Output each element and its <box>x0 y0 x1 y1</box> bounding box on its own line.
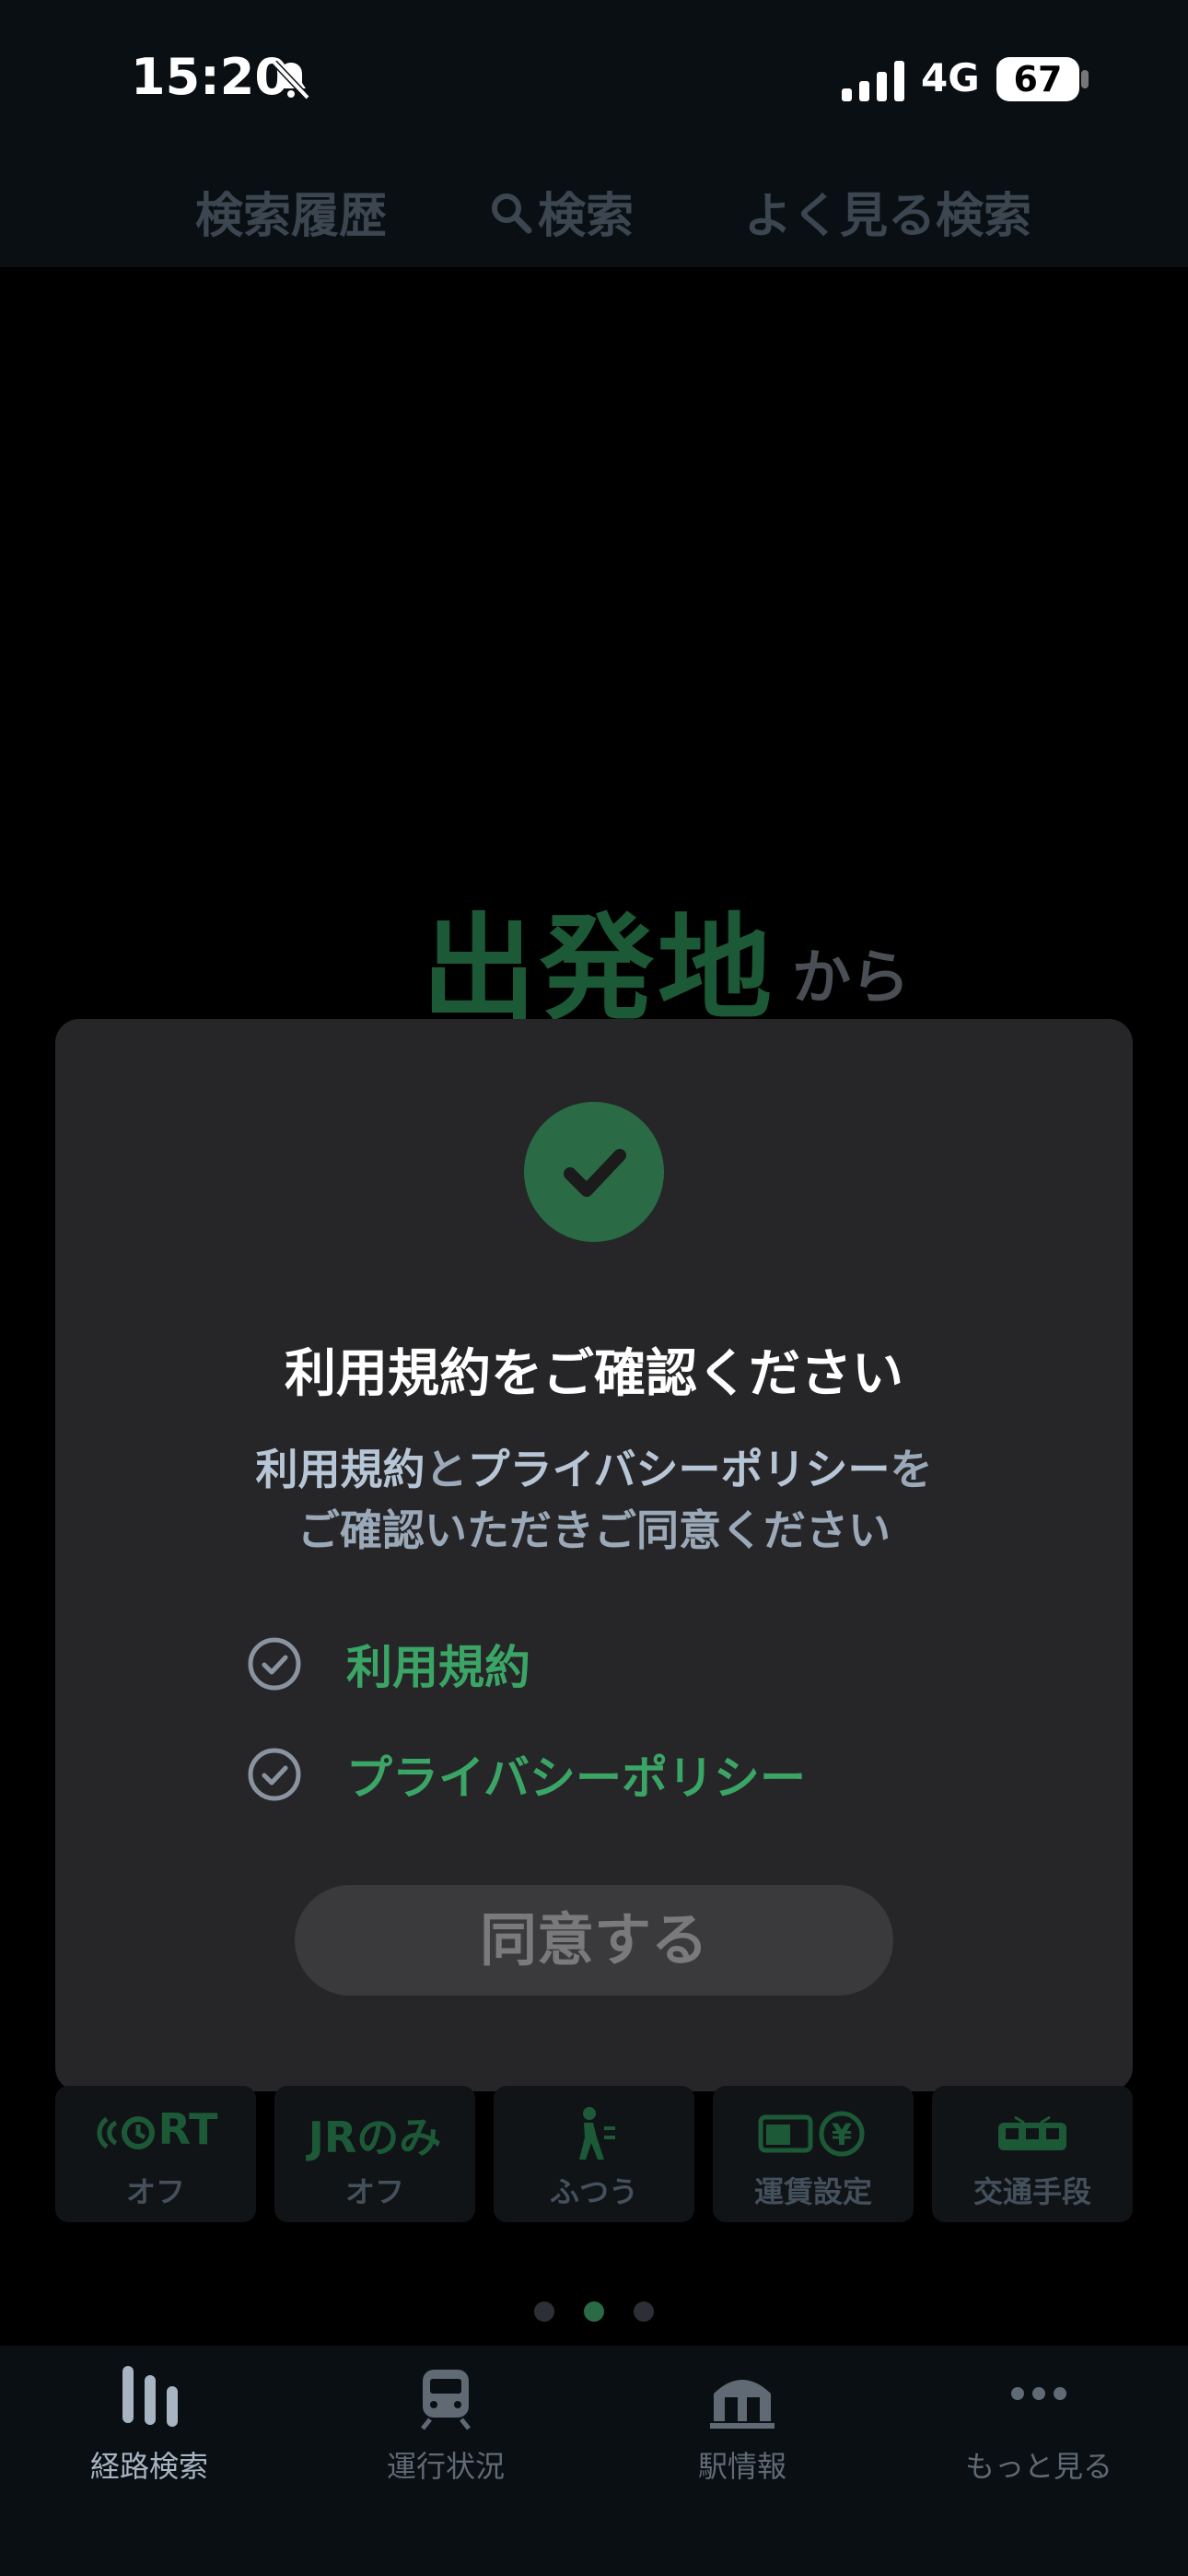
page-dot-active[interactable] <box>584 2301 604 2322</box>
tab-search[interactable]: 検索 <box>488 177 634 246</box>
tab-more-label: もっと見る <box>964 2449 1112 2484</box>
option-fare-label: 運賃設定 <box>753 2174 872 2209</box>
tab-route-search[interactable]: 経路検索 <box>39 2366 260 2495</box>
check-circle-icon <box>524 1102 664 1242</box>
network-type: 4G <box>921 55 980 100</box>
search-options: RT オフ JRのみ オフ ふつう ¥ 運賃設定 交通手段 <box>55 2086 1133 2222</box>
main-area: 出発地 から 利用規約をご確認ください 利用規約とプライバシーポリシーを ご確認… <box>0 267 1188 2345</box>
page-indicator <box>534 2301 654 2324</box>
walking-person-icon <box>579 2107 615 2160</box>
tab-operation-status[interactable]: 運行状況 <box>335 2366 556 2495</box>
bottom-tab-bar: 経路検索 運行状況 駅情報 もっと見る <box>0 2346 1188 2576</box>
option-jr-only-label: オフ <box>344 2174 404 2209</box>
fare-card-yen-icon: ¥ <box>758 2111 865 2157</box>
more-dots-icon <box>1011 2387 1066 2400</box>
body-terms-link[interactable]: 利用規約 <box>255 1445 425 1494</box>
checkmark-icon <box>564 1149 626 1197</box>
realtime-icon-text: RT <box>157 2104 218 2154</box>
body-line2: ご確認いただきご同意ください <box>297 1505 891 1555</box>
tab-station-info-label: 駅情報 <box>697 2449 786 2484</box>
check-row-privacy[interactable]: プライバシーポリシー <box>247 1741 806 1808</box>
realtime-icon: RT <box>55 2104 256 2156</box>
body-wo: を <box>890 1445 933 1494</box>
option-transport[interactable]: 交通手段 <box>932 2086 1133 2222</box>
privacy-link[interactable]: プライバシーポリシー <box>346 1741 806 1808</box>
status-time: 15:20 <box>131 48 289 106</box>
tab-route-search-label: 経路検索 <box>89 2449 208 2484</box>
tab-more[interactable]: もっと見る <box>928 2366 1149 2495</box>
tab-operation-status-label: 運行状況 <box>386 2449 505 2484</box>
station-icon <box>710 2380 775 2429</box>
train-car-icon <box>998 2115 1066 2150</box>
check-outline-icon <box>248 1748 301 1801</box>
svg-text:¥: ¥ <box>832 2117 852 2152</box>
terms-dialog: 利用規約をご確認ください 利用規約とプライバシーポリシーを ご確認いただきご同意… <box>55 1019 1133 2091</box>
tab-search-history[interactable]: 検索履歴 <box>195 177 387 246</box>
body-and: と <box>425 1445 468 1494</box>
option-fare[interactable]: ¥ 運賃設定 <box>713 2086 914 2222</box>
jr-only-icon-text: JRのみ <box>308 2113 442 2162</box>
bell-muted-icon <box>272 60 310 100</box>
dialog-title: 利用規約をご確認ください <box>285 1344 903 1404</box>
signal-icon <box>842 61 904 101</box>
agree-button[interactable]: 同意する <box>295 1885 893 1996</box>
option-realtime-label: オフ <box>125 2174 185 2209</box>
option-jr-only[interactable]: JRのみ オフ <box>274 2086 475 2222</box>
search-icon <box>492 193 532 233</box>
dialog-body: 利用規約とプライバシーポリシーを ご確認いただきご同意ください <box>55 1439 1133 1561</box>
option-realtime[interactable]: RT オフ <box>55 2086 256 2222</box>
option-transport-label: 交通手段 <box>973 2174 1091 2209</box>
battery-tip <box>1081 70 1089 88</box>
terms-link[interactable]: 利用規約 <box>346 1631 530 1697</box>
battery-level: 67 <box>996 57 1079 101</box>
tab-station-info[interactable]: 駅情報 <box>632 2366 853 2495</box>
origin-suffix: から <box>792 944 910 1013</box>
option-walk-label: ふつう <box>549 2174 638 2209</box>
page-dot[interactable] <box>534 2301 554 2322</box>
train-icon <box>421 2370 471 2430</box>
route-search-icon <box>122 2366 178 2427</box>
check-row-terms[interactable]: 利用規約 <box>247 1631 530 1697</box>
check-outline-icon <box>248 1637 301 1691</box>
option-walk-speed[interactable]: ふつう <box>494 2086 694 2222</box>
top-nav: 検索履歴 検索 よく見る検索 <box>0 147 1188 267</box>
body-privacy-link[interactable]: プライバシーポリシー <box>467 1445 890 1494</box>
status-bar: 15:20 4G 67 <box>0 0 1188 147</box>
page-dot[interactable] <box>634 2301 654 2322</box>
origin-title[interactable]: 出発地 <box>422 875 775 1041</box>
tab-search-label: 検索 <box>538 189 635 244</box>
tab-frequent-search[interactable]: よく見る検索 <box>744 177 1031 246</box>
